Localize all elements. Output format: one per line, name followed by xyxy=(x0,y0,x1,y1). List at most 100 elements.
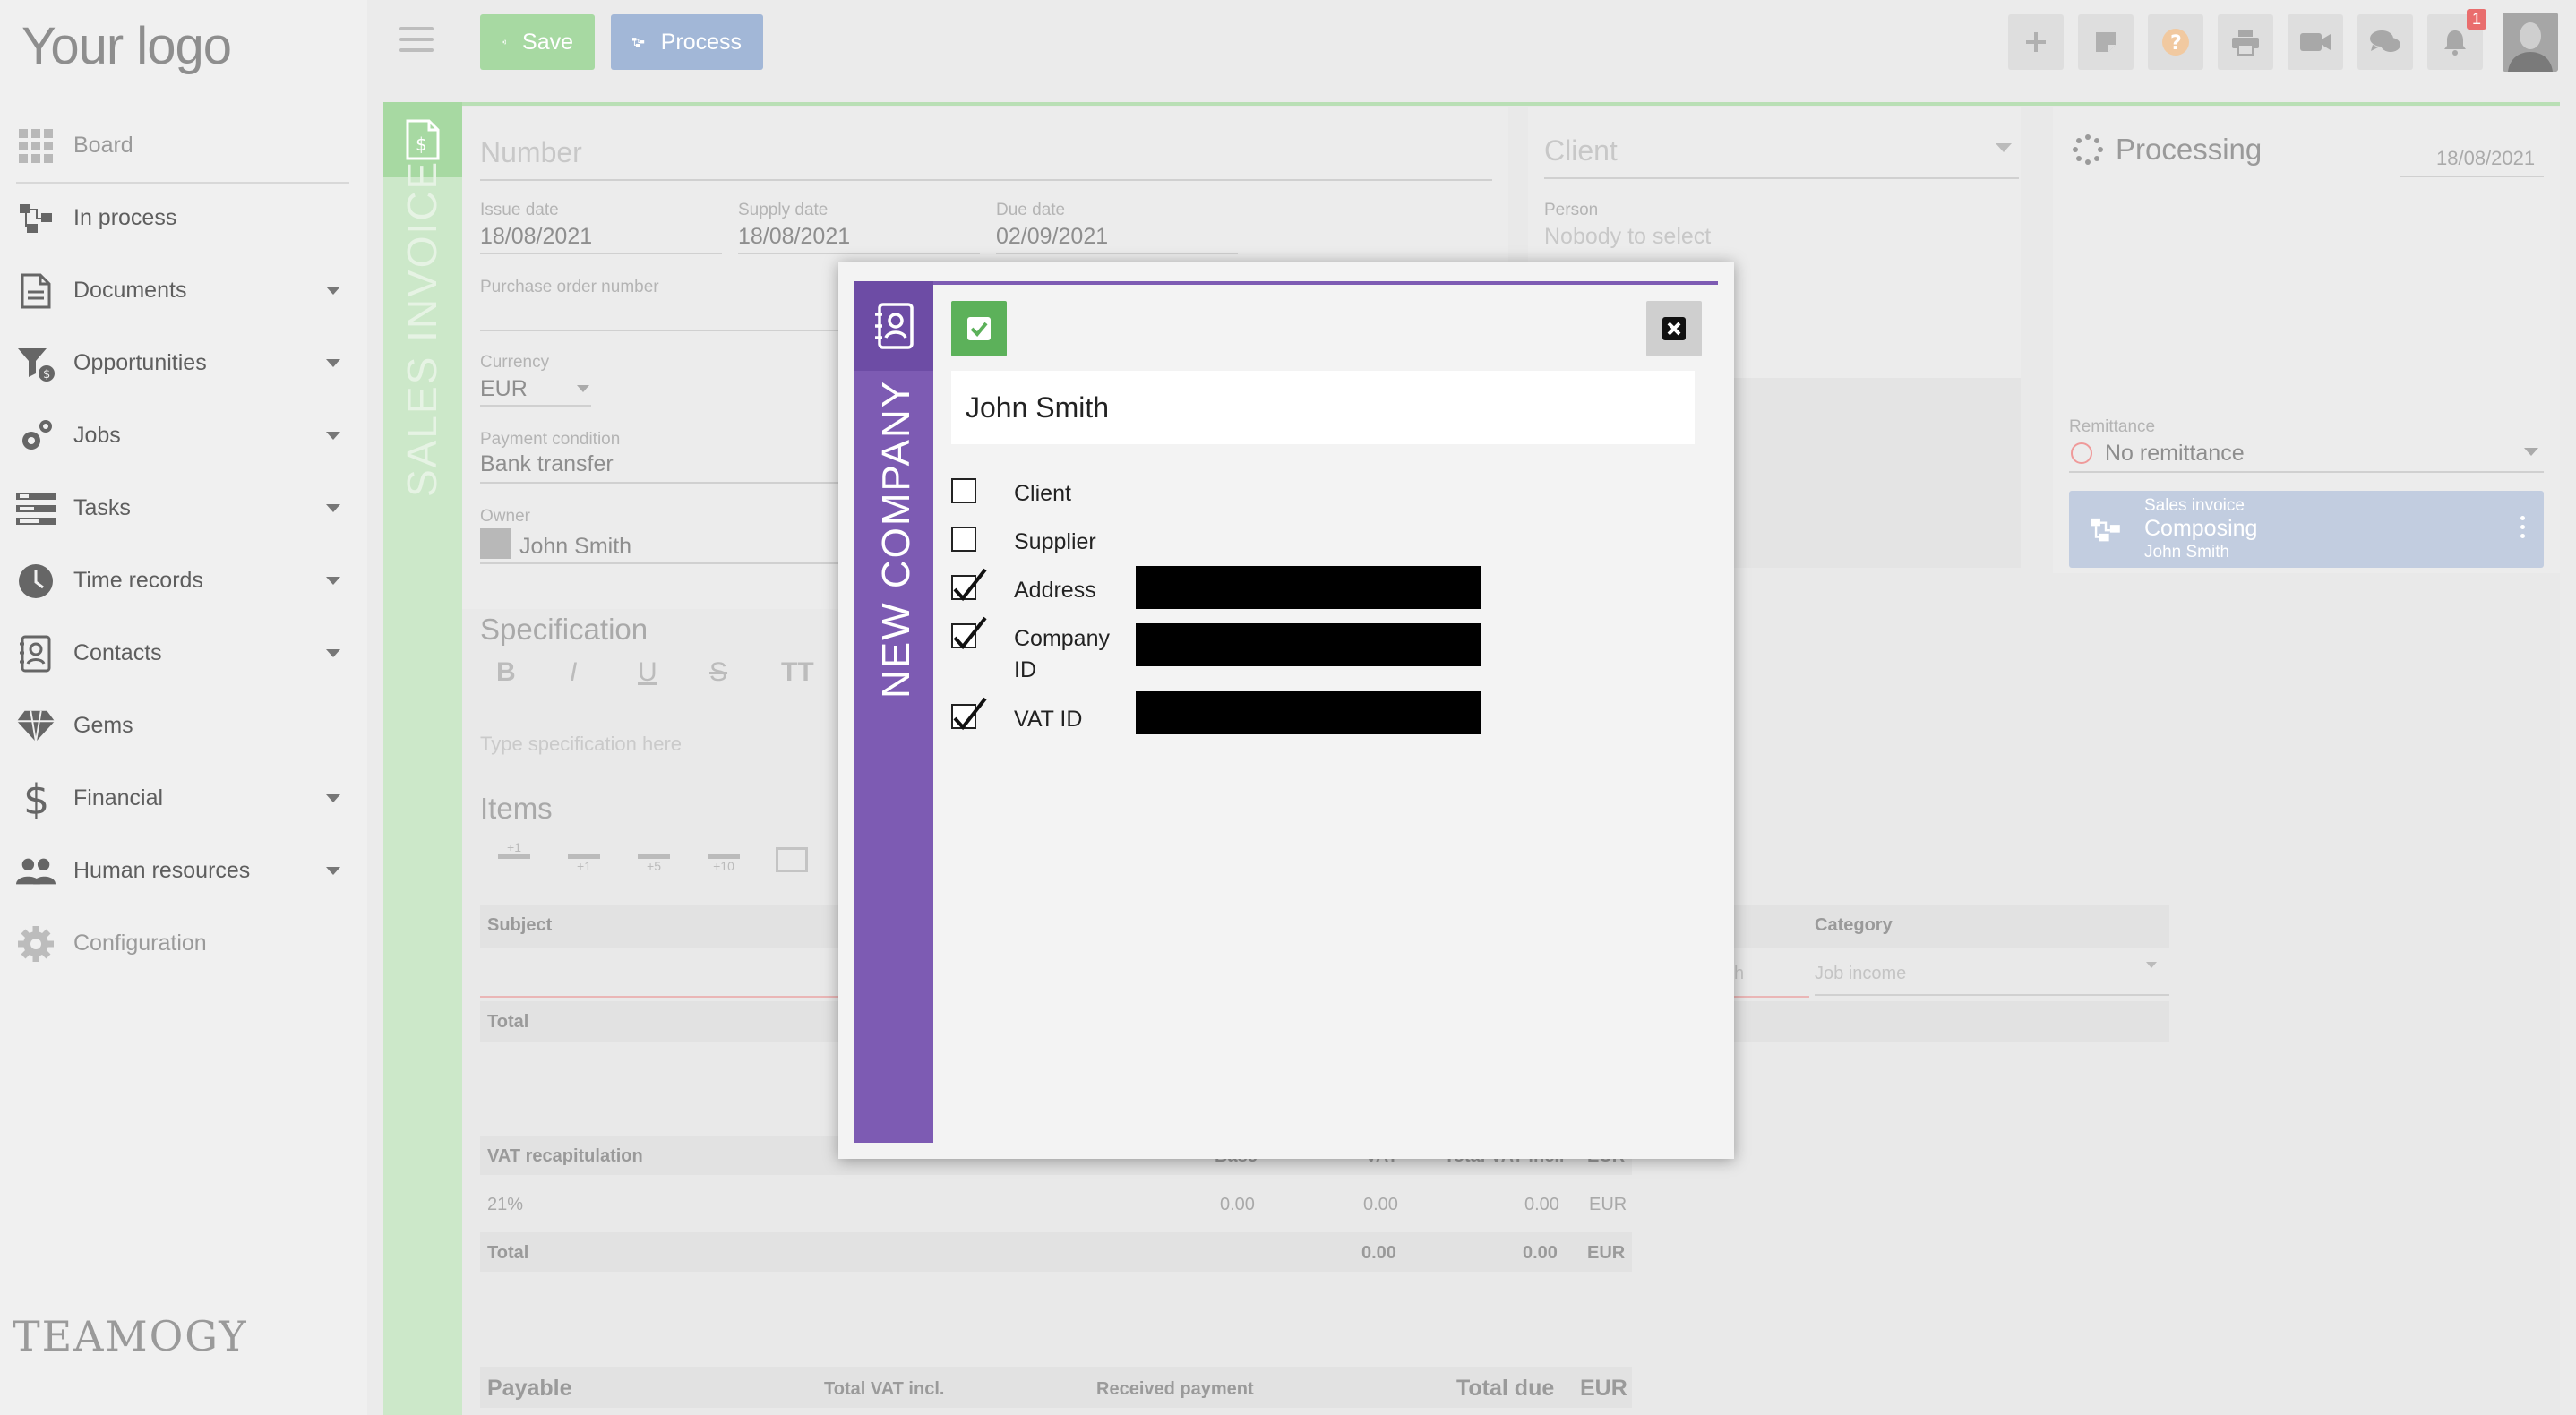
sidebar-item-label: In process xyxy=(73,205,177,230)
sidebar-item-financial[interactable]: $ Financial xyxy=(0,762,367,835)
process-button[interactable]: Process xyxy=(611,14,763,70)
print-icon[interactable] xyxy=(2218,14,2273,70)
checkmark-icon xyxy=(953,616,987,650)
person-label: Person xyxy=(1544,201,1599,219)
client-underline xyxy=(1544,177,2019,179)
option-client[interactable]: Client xyxy=(951,478,1071,510)
funnel-icon: $ xyxy=(16,344,56,383)
svg-text:$: $ xyxy=(43,368,50,382)
option-vat-id[interactable]: VAT ID xyxy=(951,697,1082,735)
category-select[interactable]: Job income xyxy=(1815,964,1906,984)
sidebar-item-tasks[interactable]: Tasks xyxy=(0,472,367,545)
sidebar-item-contacts[interactable]: Contacts xyxy=(0,617,367,690)
sidebar-item-opportunities[interactable]: $ Opportunities xyxy=(0,327,367,399)
note-icon[interactable] xyxy=(2078,14,2134,70)
processing-title: Processing xyxy=(2116,133,2263,166)
sidebar-item-gems[interactable]: Gems xyxy=(0,690,367,762)
svg-text:$: $ xyxy=(23,778,49,819)
owner-field[interactable]: John Smith xyxy=(519,534,631,560)
subject-column-header: Subject xyxy=(487,915,553,935)
sidebar-item-documents[interactable]: Documents xyxy=(0,254,367,327)
text-size-button[interactable]: TT xyxy=(781,657,814,688)
processing-date-underline xyxy=(2400,176,2544,177)
due-date-underline xyxy=(996,253,1238,254)
remittance-select[interactable]: No remittance xyxy=(2105,441,2245,467)
save-button[interactable]: Save xyxy=(480,14,595,70)
app-logo[interactable]: Your logo xyxy=(21,16,232,76)
address-checkbox[interactable] xyxy=(951,568,987,602)
add-5-rows-button[interactable]: +5 xyxy=(638,854,670,873)
sidebar-item-board[interactable]: Board xyxy=(0,109,367,182)
option-label: Company ID xyxy=(1014,626,1110,682)
save-label: Save xyxy=(522,29,573,55)
italic-button[interactable]: I xyxy=(570,657,577,688)
help-icon[interactable]: ? xyxy=(2148,14,2203,70)
sidebar-item-in-process[interactable]: In process xyxy=(0,182,367,254)
option-address[interactable]: Address xyxy=(951,568,1096,606)
contact-card-icon xyxy=(854,281,933,371)
gear-icon xyxy=(16,924,56,964)
vat-total-currency: EUR xyxy=(1587,1243,1626,1263)
sidebar-item-human-resources[interactable]: Human resources xyxy=(0,835,367,907)
issue-date-field[interactable]: 18/08/2021 xyxy=(480,224,592,250)
add-10-rows-button[interactable]: +10 xyxy=(708,854,740,873)
sign-in-icon xyxy=(502,39,506,45)
bold-button[interactable]: B xyxy=(496,657,516,688)
redacted-company-id xyxy=(1136,623,1481,666)
po-number-underline[interactable] xyxy=(480,330,838,331)
chevron-down-icon xyxy=(577,385,589,392)
currency-select[interactable]: EUR xyxy=(480,376,528,402)
supply-date-label: Supply date xyxy=(738,201,829,219)
close-button[interactable] xyxy=(1646,301,1702,356)
client-select[interactable]: Client xyxy=(1544,134,1618,167)
dialog-top-border xyxy=(933,281,1718,285)
sidebar-item-label: Tasks xyxy=(73,495,131,520)
notifications-icon[interactable]: 1 xyxy=(2427,9,2486,70)
add-1-row-button[interactable]: +1 xyxy=(568,854,600,873)
option-label: Client xyxy=(1014,481,1071,506)
option-supplier[interactable]: Supplier xyxy=(951,527,1096,558)
confirm-button[interactable] xyxy=(951,301,1007,356)
import-items-icon[interactable] xyxy=(776,847,808,872)
option-label: Address xyxy=(1014,578,1096,603)
sidebar-item-time-records[interactable]: Time records xyxy=(0,545,367,617)
chevron-down-icon xyxy=(326,794,340,802)
checkmark-icon xyxy=(953,568,987,602)
chat-icon[interactable] xyxy=(2357,14,2413,70)
user-avatar[interactable] xyxy=(2503,13,2558,72)
number-input[interactable]: Number xyxy=(480,136,582,169)
more-vertical-icon[interactable] xyxy=(2520,516,2526,543)
sidebar-item-jobs[interactable]: Jobs xyxy=(0,399,367,472)
add-1-item-button[interactable]: +1 xyxy=(498,840,530,859)
supply-date-field[interactable]: 18/08/2021 xyxy=(738,224,850,250)
chevron-down-icon xyxy=(326,287,340,295)
sidebar-item-configuration[interactable]: Configuration xyxy=(0,907,367,980)
grid-icon xyxy=(16,126,56,166)
underline-button[interactable]: U xyxy=(638,657,657,688)
vat-id-checkbox[interactable] xyxy=(951,697,987,731)
menu-toggle-icon[interactable] xyxy=(399,27,434,54)
company-id-checkbox[interactable] xyxy=(951,616,987,650)
workflow-card[interactable]: Sales invoice Composing John Smith xyxy=(2069,491,2544,568)
add-icon[interactable] xyxy=(2008,14,2064,70)
sidebar-item-label: Gems xyxy=(73,713,133,738)
payment-condition-select[interactable]: Bank transfer xyxy=(480,451,614,477)
company-name-input[interactable] xyxy=(951,371,1695,444)
number-underline xyxy=(480,179,1492,181)
svg-text:?: ? xyxy=(2170,32,2182,55)
sidebar-item-label: Time records xyxy=(73,568,203,593)
workflow-user: John Smith xyxy=(2144,543,2230,562)
specification-editor[interactable]: Type specification here xyxy=(480,733,682,756)
items-title: Items xyxy=(480,792,553,825)
payable-label: Payable xyxy=(487,1376,572,1401)
due-date-field[interactable]: 02/09/2021 xyxy=(996,224,1108,250)
redacted-address xyxy=(1136,566,1481,609)
supplier-checkbox[interactable] xyxy=(951,527,976,552)
items-total-label: Total xyxy=(487,1012,529,1032)
client-checkbox[interactable] xyxy=(951,478,976,503)
strikethrough-button[interactable]: S xyxy=(709,657,727,688)
option-company-id[interactable]: Company ID xyxy=(951,616,1139,686)
person-select[interactable]: Nobody to select xyxy=(1544,224,1711,250)
video-icon[interactable] xyxy=(2288,14,2343,70)
chevron-down-icon xyxy=(326,867,340,875)
